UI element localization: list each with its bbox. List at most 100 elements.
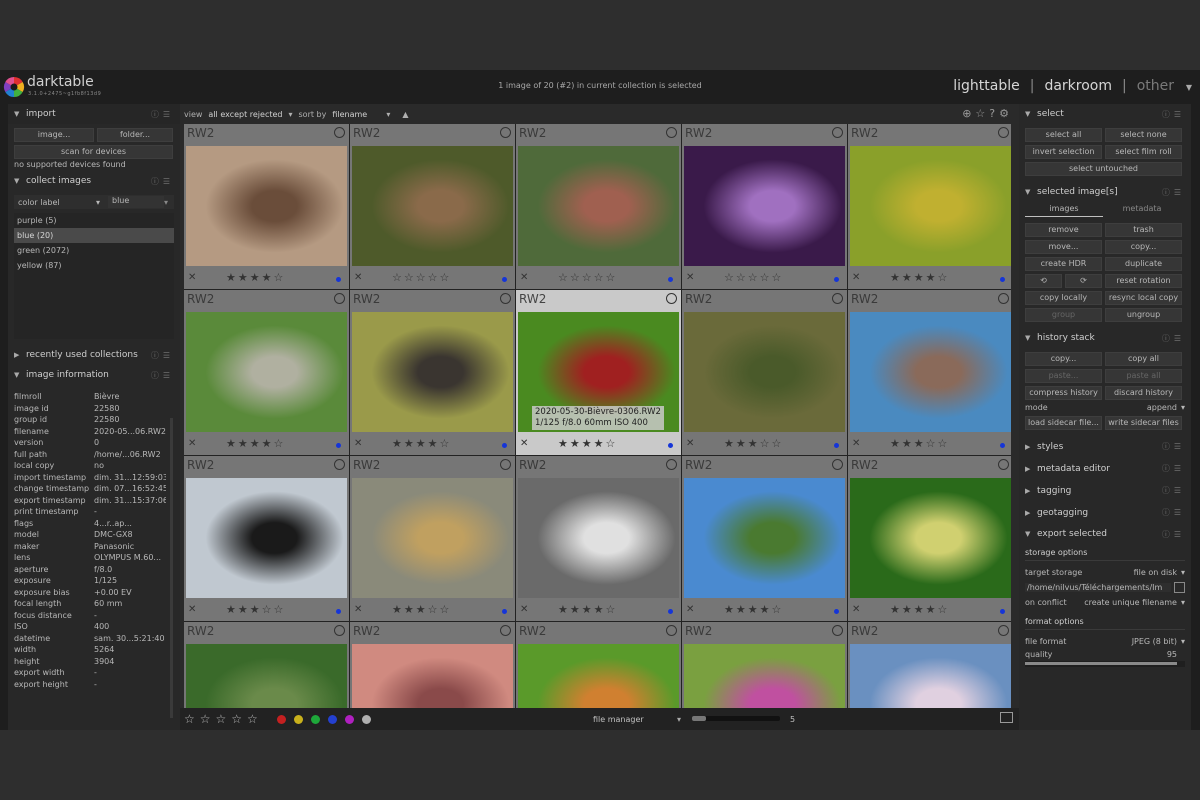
star-rating[interactable]: ☆☆☆☆☆ bbox=[558, 271, 617, 284]
thumbnail-image[interactable] bbox=[186, 312, 347, 432]
altered-icon[interactable] bbox=[666, 625, 677, 636]
view-darkroom[interactable]: darkroom bbox=[1044, 78, 1112, 94]
collect-item-purple[interactable]: purple (5) bbox=[14, 213, 174, 228]
reject-icon[interactable]: ✕ bbox=[686, 272, 694, 283]
import-folder-button[interactable]: folder... bbox=[97, 128, 173, 142]
module-select-header[interactable]: ▼ select ⓘ☰ bbox=[1019, 104, 1191, 124]
module-icons[interactable]: ⓘ☰ bbox=[1162, 529, 1185, 540]
thumbnail-image[interactable] bbox=[850, 146, 1011, 266]
thumbnail-cell[interactable]: RW2 ✕ ★★★★☆ bbox=[848, 124, 1011, 289]
select-all-button[interactable]: select all bbox=[1025, 128, 1102, 142]
altered-icon[interactable] bbox=[334, 459, 345, 470]
altered-icon[interactable] bbox=[666, 127, 677, 138]
reject-icon[interactable]: ✕ bbox=[520, 604, 528, 615]
color-label-filter-dot[interactable] bbox=[293, 714, 303, 724]
move-button[interactable]: move... bbox=[1025, 240, 1102, 254]
module-selected-header[interactable]: ▼ selected image[s] ⓘ☰ bbox=[1019, 182, 1191, 202]
help-icon[interactable]: ? bbox=[989, 107, 999, 120]
altered-icon[interactable] bbox=[666, 459, 677, 470]
select-none-button[interactable]: select none bbox=[1105, 128, 1182, 142]
thumbnail-image[interactable] bbox=[850, 312, 1011, 432]
thumbnail-image[interactable] bbox=[850, 478, 1011, 598]
export-path-input[interactable]: /home/nilvus/Téléchargements/Im bbox=[1025, 582, 1171, 592]
star-rating[interactable]: ★★★★☆ bbox=[724, 603, 783, 616]
altered-icon[interactable] bbox=[998, 293, 1009, 304]
copy-locally-button[interactable]: copy locally bbox=[1025, 291, 1102, 305]
thumbnail-cell[interactable]: RW2✕☆☆☆☆☆ bbox=[350, 124, 515, 289]
altered-icon[interactable] bbox=[832, 293, 843, 304]
thumbnail-image[interactable] bbox=[352, 312, 513, 432]
file-format-select[interactable]: JPEG (8 bit) bbox=[1105, 637, 1181, 646]
module-icons[interactable]: ⓘ☰ bbox=[1162, 485, 1185, 496]
reject-icon[interactable]: ✕ bbox=[188, 272, 196, 283]
module-icons[interactable]: ⓘ☰ bbox=[1162, 187, 1185, 198]
sort-direction-icon[interactable]: ▲ bbox=[402, 110, 408, 119]
reject-icon[interactable]: ✕ bbox=[686, 438, 694, 449]
collect-property-select[interactable]: color label bbox=[14, 198, 96, 207]
star-rating[interactable]: ★★★★☆ bbox=[890, 603, 949, 616]
select-untouched-button[interactable]: select untouched bbox=[1025, 162, 1182, 176]
star-rating[interactable]: ★★★★☆ bbox=[890, 271, 949, 284]
altered-icon[interactable] bbox=[832, 127, 843, 138]
color-label-filter-dot[interactable] bbox=[276, 714, 286, 724]
star-rating[interactable]: ☆☆☆☆☆ bbox=[724, 271, 783, 284]
module-collapsed-header[interactable]: ▶ styles ⓘ☰ bbox=[1019, 436, 1191, 458]
reject-icon[interactable]: ✕ bbox=[852, 438, 860, 449]
altered-icon[interactable] bbox=[500, 625, 511, 636]
altered-icon[interactable] bbox=[334, 127, 345, 138]
layout-select[interactable]: file manager bbox=[593, 715, 644, 724]
thumbnail-image[interactable] bbox=[684, 312, 845, 432]
history-paste-button[interactable]: paste... bbox=[1025, 369, 1102, 383]
left-panel-collapse-edge[interactable] bbox=[0, 104, 8, 730]
thumbnail-image[interactable] bbox=[850, 644, 1011, 708]
module-icons[interactable]: ⓘ☰ bbox=[151, 370, 174, 381]
sort-select[interactable]: filename bbox=[332, 110, 380, 119]
thumbnail-cell[interactable]: RW2 ✕ ★★★☆☆ bbox=[184, 456, 349, 621]
preferences-gear-icon[interactable]: ⚙ bbox=[999, 107, 1013, 120]
thumbnail-image[interactable] bbox=[186, 146, 347, 266]
thumbnail-cell[interactable]: RW2 ✕ ★★★★☆ bbox=[184, 290, 349, 455]
altered-icon[interactable] bbox=[998, 625, 1009, 636]
thumbnail-cell[interactable]: RW2✕☆☆☆☆☆ bbox=[848, 622, 1011, 708]
reject-icon[interactable]: ✕ bbox=[188, 604, 196, 615]
module-collect-header[interactable]: ▼ collect images ⓘ☰ bbox=[8, 171, 180, 191]
reject-icon[interactable]: ✕ bbox=[354, 604, 362, 615]
thumbnail-image[interactable] bbox=[684, 644, 845, 708]
history-copy-button[interactable]: copy... bbox=[1025, 352, 1102, 366]
thumbnail-cell[interactable]: RW2 ✕ ★★★★☆ bbox=[516, 456, 681, 621]
star-rating[interactable]: ★★★★☆ bbox=[226, 271, 285, 284]
info-scrollbar[interactable] bbox=[170, 418, 173, 718]
altered-icon[interactable] bbox=[500, 127, 511, 138]
module-export-header[interactable]: ▼ export selected ⓘ☰ bbox=[1019, 524, 1191, 544]
invert-selection-button[interactable]: invert selection bbox=[1025, 145, 1102, 159]
zoom-slider[interactable] bbox=[692, 716, 780, 721]
color-label-filter-dot[interactable] bbox=[310, 714, 320, 724]
thumbnail-cell[interactable]: RW2✕☆☆☆☆☆ bbox=[516, 124, 681, 289]
altered-icon[interactable] bbox=[832, 459, 843, 470]
folder-browse-icon[interactable] bbox=[1174, 581, 1185, 593]
rotate-cw-button[interactable]: ⟳ bbox=[1065, 274, 1102, 288]
color-label-filter-dot[interactable] bbox=[344, 714, 354, 724]
altered-icon[interactable] bbox=[500, 293, 511, 304]
rotate-ccw-button[interactable]: ⟲ bbox=[1025, 274, 1062, 288]
thumbnail-image[interactable] bbox=[684, 146, 845, 266]
conflict-select[interactable]: create unique filename bbox=[1075, 598, 1181, 607]
module-icons[interactable]: ⓘ☰ bbox=[1162, 333, 1185, 344]
reject-icon[interactable]: ✕ bbox=[520, 272, 528, 283]
thumbnail-cell[interactable]: RW2 ✕ ★★★☆☆ bbox=[682, 290, 847, 455]
star-rating[interactable]: ★★★★☆ bbox=[558, 603, 617, 616]
module-icons[interactable]: ⓘ☰ bbox=[151, 109, 174, 120]
star-rating[interactable]: ★★★☆☆ bbox=[890, 437, 949, 450]
thumbnail-cell[interactable]: RW2 ✕ ★★★★☆ bbox=[350, 290, 515, 455]
altered-icon[interactable] bbox=[666, 293, 677, 304]
thumbnail-cell[interactable]: RW2✕☆☆☆☆☆ bbox=[682, 622, 847, 708]
thumbnail-image[interactable] bbox=[352, 644, 513, 708]
thumbnail-image[interactable] bbox=[352, 478, 513, 598]
view-filter-select[interactable]: all except rejected bbox=[208, 110, 282, 119]
thumbnail-image[interactable] bbox=[186, 478, 347, 598]
reject-icon[interactable]: ✕ bbox=[354, 438, 362, 449]
star-rating[interactable]: ☆☆☆☆☆ bbox=[392, 271, 451, 284]
discard-history-button[interactable]: discard history bbox=[1105, 386, 1182, 400]
trash-button[interactable]: trash bbox=[1105, 223, 1182, 237]
altered-icon[interactable] bbox=[334, 293, 345, 304]
